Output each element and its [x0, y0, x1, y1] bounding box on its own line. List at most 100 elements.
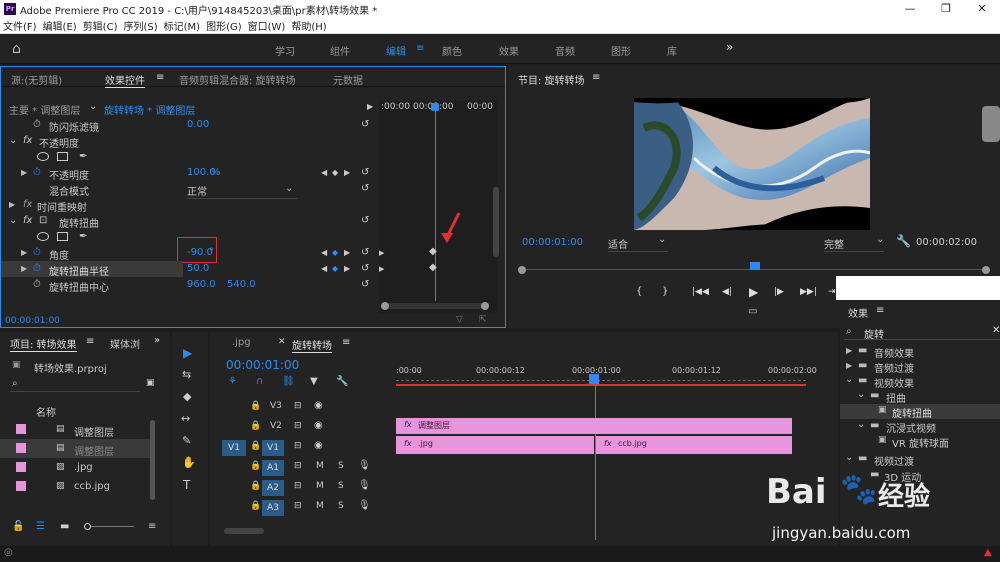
pen-tool-icon[interactable]: ✎	[182, 434, 191, 447]
mark-out-button[interactable]: }	[662, 286, 668, 297]
expand-arrow-icon[interactable]: ▶	[846, 361, 852, 370]
label-color-swatch[interactable]	[16, 424, 26, 434]
close-tab-icon[interactable]: ✕	[278, 337, 286, 347]
workspace-audio[interactable]: 音频	[555, 43, 575, 58]
master-clip-label[interactable]: 主要 * 调整图层	[9, 102, 80, 117]
export-icon[interactable]: ⇱	[479, 315, 487, 325]
next-keyframe-icon[interactable]: ▶	[344, 168, 350, 177]
fx-icon[interactable]: fx	[23, 135, 32, 146]
effects-menu-icon[interactable]: ≡	[876, 305, 884, 316]
project-search-input[interactable]: ⌕	[10, 378, 140, 392]
project-item-1[interactable]: ▤ 调整图层	[0, 439, 150, 458]
keyframe-area[interactable]: :00:00 00:01:00 00:00 ▶ ▶ ◆ ◆	[379, 101, 497, 313]
new-bin-icon[interactable]: ▣	[146, 378, 155, 388]
program-title[interactable]: 节目: 旋转转场	[518, 72, 585, 87]
effect-toggle-icon[interactable]: ⊡	[39, 215, 47, 226]
clip-ccb-jpg[interactable]: fx ccb.jpg	[596, 436, 792, 454]
timeline-settings-icon[interactable]: 🔧	[336, 376, 348, 387]
menu-graphics[interactable]: 图形(G)	[203, 18, 245, 33]
sync-lock-icon[interactable]: ⊟	[294, 501, 302, 511]
keyframe-diamond-icon-2[interactable]: ◆	[429, 262, 437, 273]
twirl-pen-mask-icon[interactable]: ✒	[79, 231, 87, 242]
workspace-assembly[interactable]: 组件	[330, 43, 350, 58]
effect-controls-scrollbar[interactable]	[493, 187, 499, 257]
selection-tool-icon[interactable]: ▶	[183, 346, 192, 360]
sync-lock-icon[interactable]: ⊟	[294, 421, 302, 431]
eye-icon[interactable]: ◉	[314, 440, 323, 451]
collapse-chevron-icon[interactable]: ⌄	[857, 389, 865, 400]
twirl-expand-chevron-icon[interactable]: ⌄	[9, 215, 17, 226]
menu-marker[interactable]: 标记(M)	[161, 18, 203, 33]
timeline-zoom-scrollbar[interactable]	[224, 528, 264, 534]
close-button[interactable]: ✕	[964, 0, 1000, 18]
add-marker-icon[interactable]: ▼	[310, 376, 318, 387]
radius-reset-icon[interactable]: ↺	[361, 263, 369, 274]
track-lock-icon[interactable]: 🔒	[250, 441, 261, 451]
angle-expand-icon[interactable]: ▶	[21, 248, 27, 257]
tab-metadata[interactable]: 元数据	[333, 72, 363, 87]
time-remap-expand-icon[interactable]: ▶	[9, 200, 15, 209]
timeline-playhead-handle[interactable]	[589, 374, 599, 384]
track-label-v3[interactable]: V3	[270, 401, 282, 411]
radius-next-keyframe-icon[interactable]: ▶	[344, 264, 350, 273]
label-color-swatch[interactable]	[16, 462, 26, 472]
ellipse-mask-icon[interactable]	[37, 152, 49, 161]
collapse-chevron-icon[interactable]: ⌄	[857, 419, 865, 430]
effects-tree-item[interactable]: ⌄ ▬ 沉浸式视频	[840, 419, 1000, 435]
menu-window[interactable]: 窗口(W)	[245, 18, 289, 33]
menu-edit[interactable]: 编辑(E)	[40, 18, 80, 33]
timeline-ruler[interactable]: :00:00 00:00:00:12 00:00:01:00 00:00:01:…	[396, 366, 826, 388]
step-back-button[interactable]: ◀|	[722, 287, 732, 297]
program-video-frame[interactable]	[634, 98, 870, 230]
radius-value[interactable]: 50.0	[187, 263, 209, 274]
angle-stopwatch-icon[interactable]: ⏱	[33, 247, 41, 258]
label-color-swatch[interactable]	[16, 443, 26, 453]
project-menu-icon[interactable]: ≡	[86, 336, 94, 347]
radius-prev-keyframe-icon[interactable]: ◀	[321, 264, 327, 273]
workspace-learn[interactable]: 学习	[275, 43, 295, 58]
source-patch-v1[interactable]: V1	[222, 440, 246, 456]
linked-selection-icon[interactable]: ⛓	[282, 376, 295, 387]
effects-tree-item[interactable]: ▶ ▬ 音频效果	[840, 344, 1000, 360]
tab-source[interactable]: 源:(无剪辑)	[11, 72, 62, 87]
program-scrubber[interactable]	[518, 262, 990, 274]
sync-lock-icon[interactable]: ⊟	[294, 461, 302, 471]
workspace-graphics[interactable]: 图形	[611, 43, 631, 58]
project-scrollbar[interactable]	[150, 420, 155, 500]
solo-button[interactable]: S	[338, 481, 344, 491]
collapse-timeline-icon[interactable]: ▶	[367, 102, 373, 111]
effect-controls-timecode[interactable]: 00:00:01:00	[5, 316, 60, 326]
program-timecode[interactable]: 00:00:01:00	[522, 237, 583, 248]
go-to-in-button[interactable]: |◀◀	[692, 287, 709, 297]
project-footer-menu-icon[interactable]: ≡	[148, 521, 156, 532]
radius-add-keyframe-icon[interactable]: ◆	[332, 264, 338, 273]
blend-chevron-icon[interactable]: ⌄	[285, 183, 293, 194]
workspace-menu-icon[interactable]: ≡	[416, 43, 424, 54]
zoom-slider[interactable]	[84, 523, 134, 530]
pen-mask-icon[interactable]: ✒	[79, 151, 87, 162]
work-area-bar[interactable]	[396, 384, 806, 386]
program-playhead[interactable]	[750, 262, 760, 270]
expand-arrow-icon[interactable]: ▶	[21, 168, 27, 177]
icon-view-icon[interactable]: ▬	[60, 521, 69, 532]
prev-keyframe-icon[interactable]: ◀	[321, 168, 327, 177]
track-label-v2[interactable]: V2	[270, 421, 282, 431]
track-lock-icon[interactable]: 🔒	[250, 421, 261, 431]
clip-jpg[interactable]: fx .jpg	[396, 436, 594, 454]
twirl-rect-mask-icon[interactable]	[57, 232, 68, 241]
expand-arrow-icon[interactable]: ▶	[846, 346, 852, 355]
clear-search-icon[interactable]: ✕	[992, 325, 1000, 336]
track-lock-icon[interactable]: 🔒	[250, 481, 261, 491]
twirl-ellipse-mask-icon[interactable]	[37, 232, 49, 241]
timeline-menu-icon[interactable]: ≡	[342, 337, 350, 348]
effects-title[interactable]: 效果	[848, 305, 868, 320]
tab-rotation-sequence[interactable]: 旋转转场	[292, 337, 332, 353]
center-reset-icon[interactable]: ↺	[361, 279, 369, 290]
effects-tree-item[interactable]: ▣ VR 旋转球面	[840, 434, 1000, 450]
microphone-icon[interactable]: 🎙	[358, 500, 371, 511]
track-lock-icon[interactable]: 🔒	[250, 501, 261, 511]
mark-in-button[interactable]: {	[636, 286, 642, 297]
reset-icon[interactable]: ↺	[361, 119, 369, 130]
minimize-button[interactable]: —	[892, 0, 928, 18]
center-stopwatch-icon[interactable]: ⏱	[33, 279, 41, 290]
